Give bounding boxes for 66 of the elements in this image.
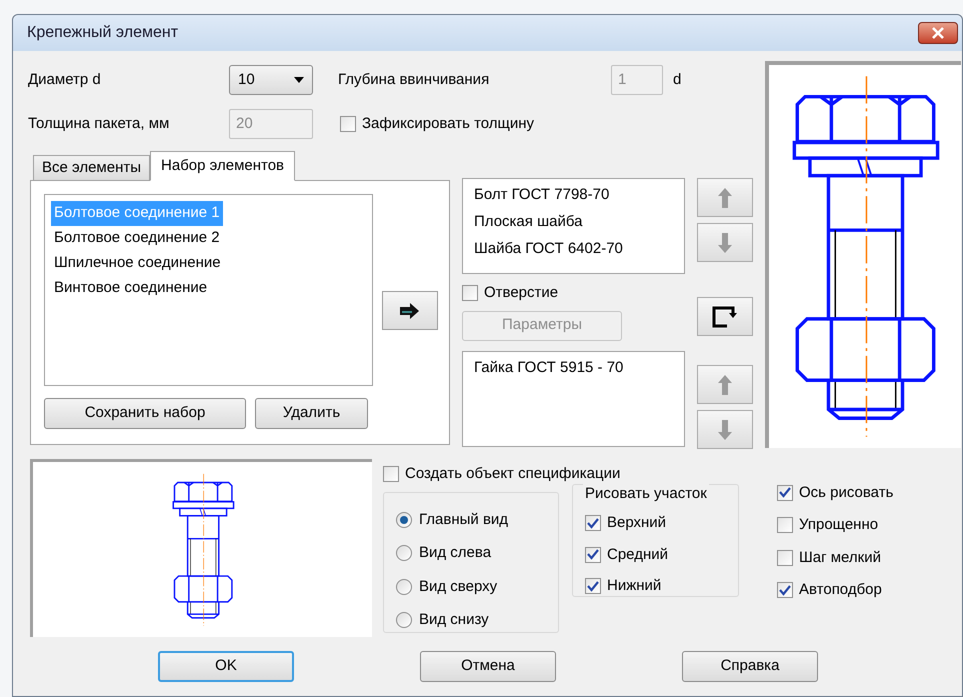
dialog-button[interactable]: OK: [158, 651, 294, 682]
add-set-button[interactable]: [382, 291, 438, 330]
radio-label: Вид сверху: [419, 576, 498, 596]
radio-button[interactable]: [396, 578, 412, 595]
checkbox-label: Отверстие: [484, 283, 558, 303]
radio-button[interactable]: [396, 612, 412, 628]
set-listbox[interactable]: Болтовое соединение 1 Болтовое соединение 2 Шпилечное соединение Винтовое соединение: [44, 194, 373, 386]
checkbox-label: Ось рисовать: [799, 482, 894, 502]
checkbox[interactable]: [777, 550, 793, 566]
window-title: Крепежный элемент: [27, 23, 178, 43]
close-button[interactable]: [918, 22, 958, 44]
checkbox[interactable]: [585, 515, 601, 532]
checkbox-label: Средний: [607, 544, 668, 564]
arrow-down-icon: [718, 232, 732, 252]
checkbox-label: Автоподбор: [799, 580, 882, 600]
arrow-up-icon: [718, 188, 732, 208]
checkbox-label: Верхний: [607, 513, 666, 533]
radio-label: Вид снизу: [419, 610, 489, 630]
checkbox[interactable]: [777, 484, 793, 501]
checkbox[interactable]: [340, 116, 356, 132]
swap-button[interactable]: [697, 297, 753, 336]
radio-button[interactable]: [396, 512, 412, 528]
checkbox[interactable]: [585, 578, 601, 594]
set-button[interactable]: Удалить: [255, 398, 368, 429]
checkbox-label: Создать объект спецификации: [405, 464, 620, 484]
caret-icon: [294, 77, 304, 83]
checkbox-label: Упрощенно: [799, 515, 878, 535]
move-up-button[interactable]: [697, 365, 753, 404]
tab[interactable]: Все элементы: [33, 155, 150, 181]
list-item[interactable]: Шпилечное соединение: [51, 251, 224, 276]
checkbox-label: Шаг мелкий: [799, 548, 881, 568]
checkbox[interactable]: [383, 466, 399, 482]
field-label: Толщина пакета, мм: [28, 114, 170, 134]
parts-listbox[interactable]: Болт ГОСТ 7798-70 Плоская шайба Шайба ГОСТ 6402-70: [462, 178, 685, 274]
list-item[interactable]: Болт ГОСТ 7798-70: [474, 183, 673, 208]
radio-label: Главный вид: [419, 510, 508, 530]
list-item[interactable]: Гайка ГОСТ 5915 - 70: [474, 356, 673, 380]
list-item[interactable]: Шайба ГОСТ 6402-70: [474, 237, 673, 262]
list-item[interactable]: Плоская шайба: [474, 210, 673, 235]
tab[interactable]: Набор элементов: [150, 151, 296, 181]
arrow-up-icon: [718, 374, 732, 394]
unit-label: d: [673, 70, 682, 90]
arrow-down-icon: [718, 420, 732, 440]
parts-listbox[interactable]: Гайка ГОСТ 5915 - 70: [462, 350, 685, 446]
checkbox[interactable]: [585, 546, 601, 563]
close-icon: [931, 27, 945, 39]
set-button[interactable]: Сохранить набор: [44, 398, 246, 429]
checkbox-label: Нижний: [607, 576, 662, 596]
field-label: Глубина ввинчивания: [338, 70, 490, 90]
checkbox-label: Зафиксировать толщину: [362, 114, 534, 134]
checkbox[interactable]: [777, 582, 793, 598]
radio-label: Вид слева: [419, 543, 492, 563]
diameter-dropdown[interactable]: 10: [229, 65, 313, 95]
field-label: Диаметр d: [28, 70, 102, 90]
checkbox[interactable]: [462, 285, 478, 302]
checkbox[interactable]: [777, 517, 793, 534]
list-item[interactable]: Винтовое соединение: [51, 276, 210, 301]
arrow-right-icon: [399, 302, 421, 320]
move-down-button[interactable]: [697, 223, 753, 262]
dialog-button[interactable]: Справка: [682, 651, 818, 682]
list-item[interactable]: Болтовое соединение 2: [51, 226, 223, 251]
move-up-button[interactable]: [697, 178, 753, 217]
radio-button[interactable]: [396, 545, 412, 562]
dialog-button[interactable]: Отмена: [420, 651, 556, 682]
rotate-icon: [711, 304, 739, 330]
move-down-button[interactable]: [697, 410, 753, 449]
